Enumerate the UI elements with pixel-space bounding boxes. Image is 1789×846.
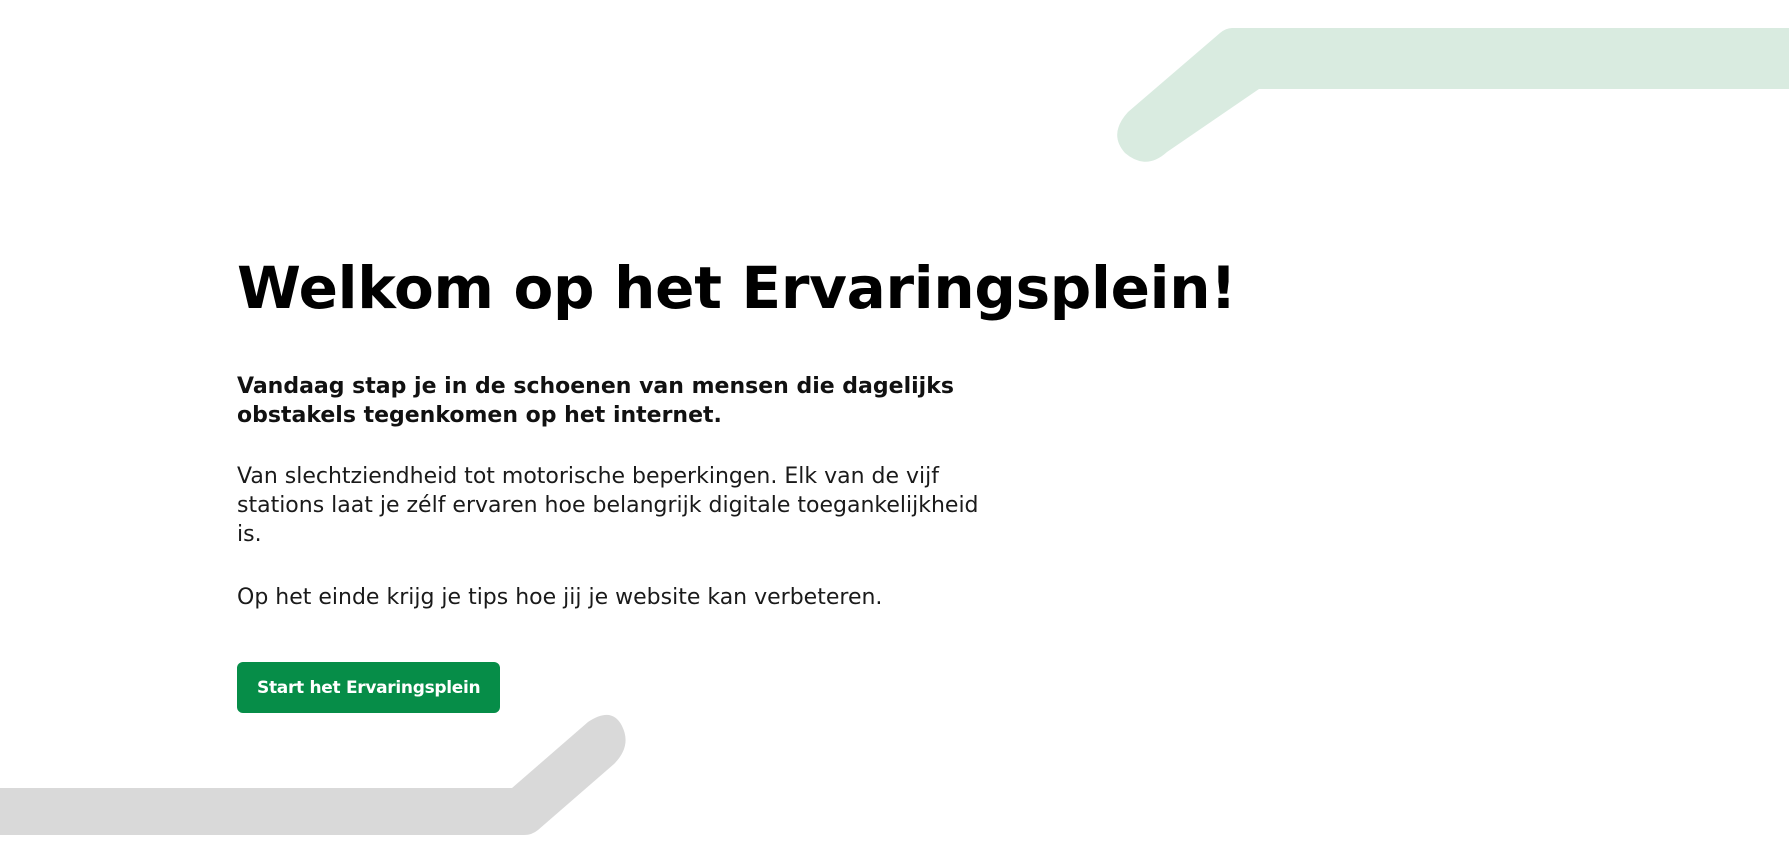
intro-lead-text: Vandaag stap je in de schoenen van mense… (237, 374, 954, 428)
page-title: Welkom op het Ervaringsplein! (237, 254, 1237, 322)
intro-body-text: Van slechtziendheid tot motorische beper… (237, 464, 979, 547)
hero-section: Welkom op het Ervaringsplein! Vandaag st… (237, 250, 1337, 713)
intro-tips-text: Op het einde krijg je tips hoe jij je we… (237, 585, 883, 610)
start-button[interactable]: Start het Ervaringsplein (237, 662, 501, 713)
green-track-shape (1117, 28, 1789, 162)
gray-track-shape (0, 714, 626, 835)
